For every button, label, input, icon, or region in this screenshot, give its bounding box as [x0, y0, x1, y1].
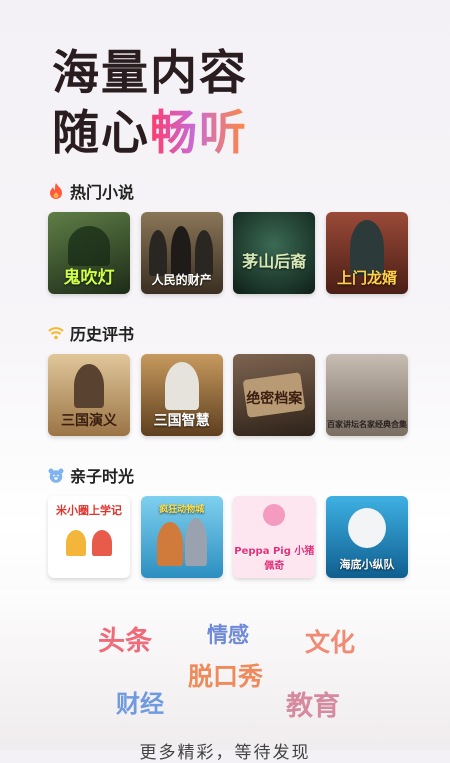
section-hot-novels: 热门小说 鬼吹灯 人民的财产 茅山后裔 上门龙婿	[48, 180, 408, 294]
cover-title: Peppa Pig 小猪佩奇	[234, 546, 315, 572]
footer-slogan: 更多精彩，等待发现	[139, 743, 311, 763]
headline-line1: 海量内容	[52, 46, 248, 101]
category-tag-education[interactable]: 教育	[286, 693, 340, 720]
book-cover[interactable]: 上门龙婿	[325, 212, 408, 294]
book-cover[interactable]: 三国智慧	[140, 354, 223, 436]
section-header: 历史评书	[48, 322, 408, 344]
cover-title: 上门龙婿	[336, 269, 397, 287]
headline-line2: 随心畅听	[52, 110, 248, 157]
section-title: 历史评书	[70, 325, 135, 344]
section-title: 热门小说	[70, 183, 135, 202]
category-tag-finance[interactable]: 财经	[116, 692, 164, 716]
fire-icon	[48, 183, 64, 199]
book-cover[interactable]: Peppa Pig 小猪佩奇	[233, 496, 316, 578]
book-cover[interactable]: 茅山后裔	[233, 212, 316, 294]
cover-title: 三国演义	[61, 413, 117, 429]
cover-title: 米小圈上学记	[56, 504, 122, 517]
section-history-storytelling: 历史评书 三国演义 三国智慧 绝密档案 百家讲坛名家经典合集	[48, 322, 408, 436]
book-cover[interactable]: 三国演义	[48, 354, 130, 436]
bear-face-icon	[48, 467, 64, 483]
section-header: 热门小说	[48, 180, 408, 202]
section-header: 亲子时光	[48, 464, 408, 486]
book-cover[interactable]: 鬼吹灯	[48, 212, 130, 294]
category-tag-culture[interactable]: 文化	[305, 630, 355, 655]
cover-title: 百家讲坛名家经典合集	[326, 420, 407, 429]
cover-row: 鬼吹灯 人民的财产 茅山后裔 上门龙婿	[48, 212, 408, 294]
cover-title: 绝密档案	[246, 391, 303, 407]
cover-row: 米小圈上学记 疯狂动物城 Peppa Pig 小猪佩奇 海底小纵队	[48, 496, 408, 578]
book-cover[interactable]: 人民的财产	[140, 212, 223, 294]
section-parent-child: 亲子时光 米小圈上学记 疯狂动物城 Peppa Pig 小猪佩奇 海底小纵队	[48, 464, 408, 578]
cover-title: 疯狂动物城	[159, 505, 205, 515]
radio-signal-icon	[48, 325, 64, 341]
book-cover[interactable]: 海底小纵队	[325, 496, 408, 578]
cover-title: 人民的财产	[151, 273, 212, 287]
headline-line2-highlight: 畅听	[150, 106, 248, 161]
book-cover[interactable]: 疯狂动物城	[140, 496, 223, 578]
book-cover[interactable]: 绝密档案	[233, 354, 316, 436]
book-cover[interactable]: 米小圈上学记	[48, 496, 130, 578]
book-cover[interactable]: 百家讲坛名家经典合集	[325, 354, 408, 436]
category-tag-headlines[interactable]: 头条	[98, 628, 152, 655]
cover-row: 三国演义 三国智慧 绝密档案 百家讲坛名家经典合集	[48, 354, 408, 436]
category-tag-talk-show[interactable]: 脱口秀	[188, 664, 263, 689]
cover-title: 三国智慧	[153, 413, 210, 429]
section-title: 亲子时光	[70, 467, 135, 486]
cover-title: 海底小纵队	[339, 558, 395, 571]
category-tag-emotion[interactable]: 情感	[207, 625, 249, 646]
cover-title: 茅山后裔	[242, 252, 307, 271]
headline-line2-plain: 随心	[52, 106, 150, 161]
cover-title: 鬼吹灯	[63, 268, 115, 288]
